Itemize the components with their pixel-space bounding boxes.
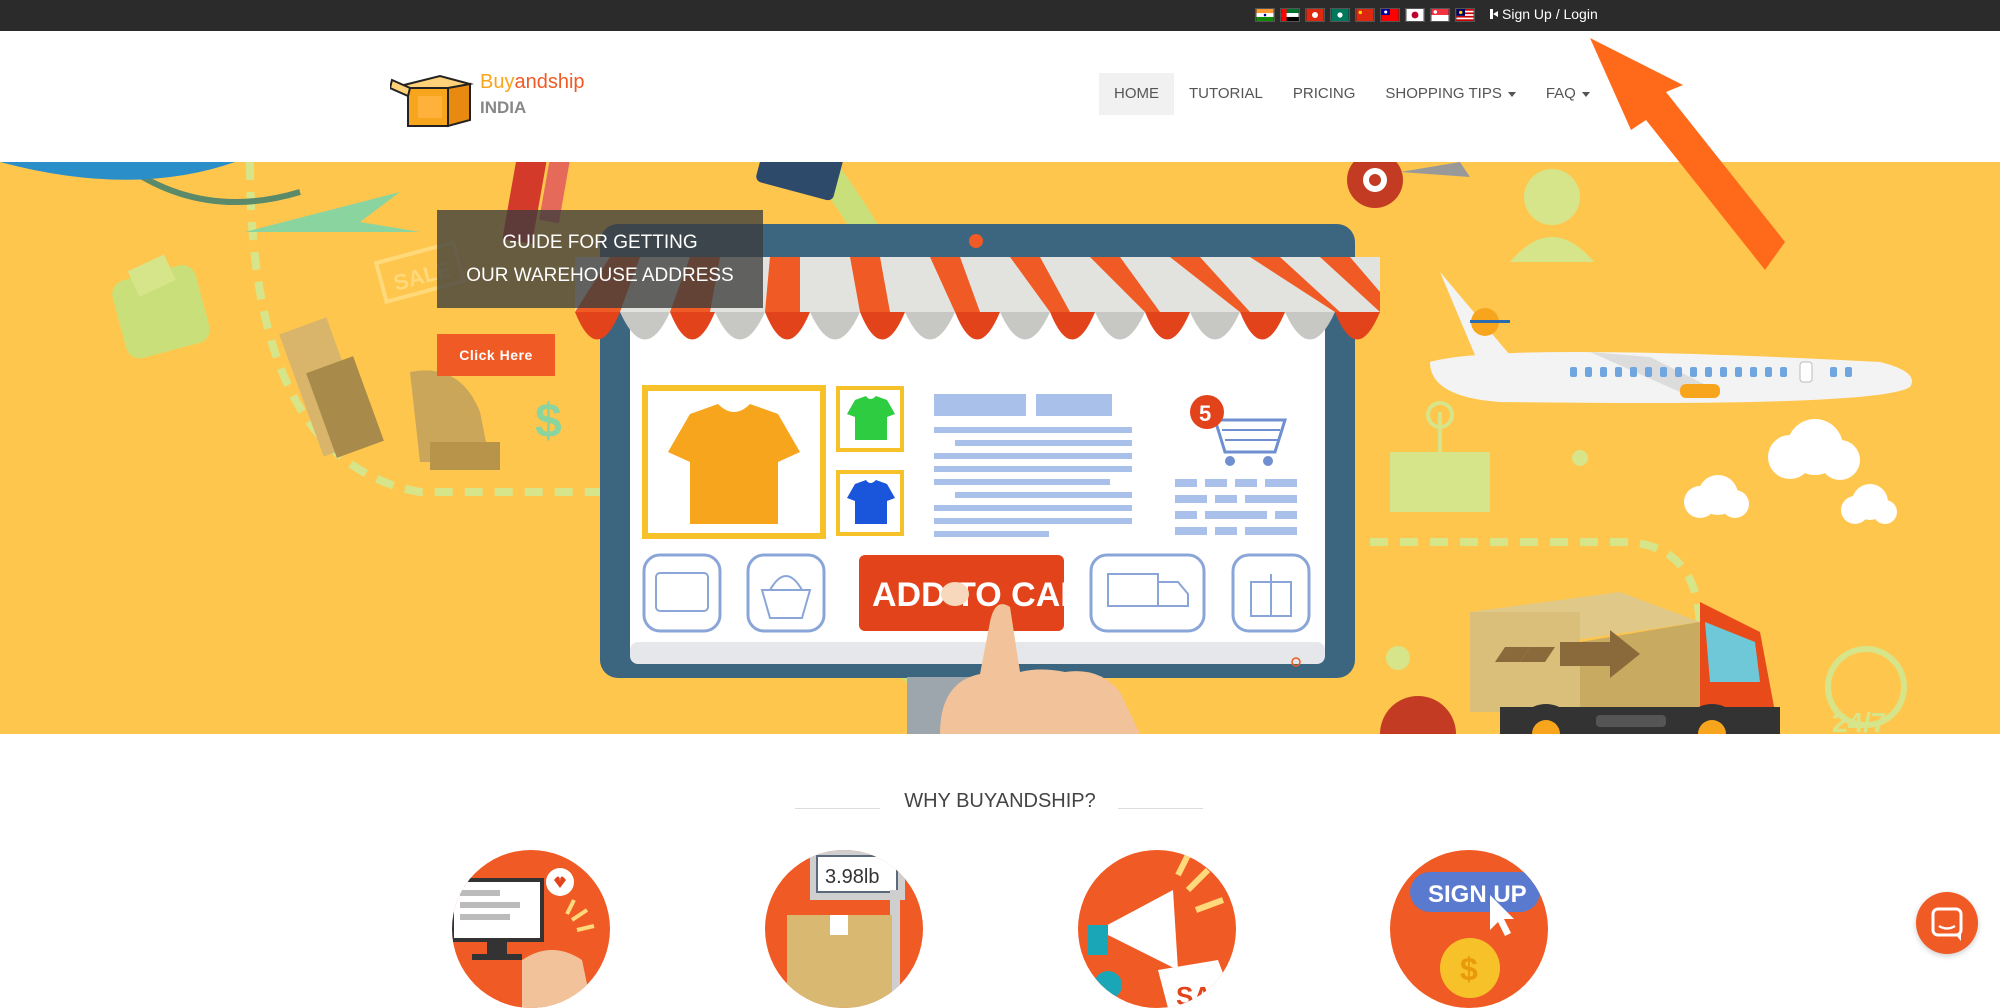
macau-flag-icon[interactable] [1330,8,1350,22]
logo-region: INDIA [480,98,527,117]
nav-home[interactable]: HOME [1099,73,1174,115]
add-to-cart-text: ADD TO CART [872,576,1106,614]
why-section: WHY BUYANDSHIP? [0,790,2000,813]
basket-icon-box [746,553,826,633]
india-flag-icon[interactable] [1255,8,1275,22]
box-logo-icon [390,74,474,128]
logo-and: and [514,71,548,93]
clock-text: 24/7 [1832,707,1887,734]
logo-wordmark: Buyandship [480,71,585,94]
feature-signup-text: SIGN UP [1428,881,1527,908]
divider-right [1118,808,1203,809]
login-icon [1490,9,1498,19]
nav-pricing-label: PRICING [1292,85,1356,102]
divider-left [795,808,880,809]
delivery-drone-icon [1347,162,1470,208]
china-flag-icon[interactable] [1355,8,1375,22]
cart-badge-count: 5 [1199,401,1211,426]
logo-buy: Buy [480,71,515,93]
chat-icon [1931,907,1963,941]
malaysia-flag-icon[interactable] [1455,8,1475,22]
country-flags [1255,8,1475,22]
nav-faq-label: FAQ [1545,85,1576,102]
feature-weight-pricing: 3.98lb [765,850,923,1008]
clouds-icon [1684,419,1897,524]
phone-icon [756,162,844,201]
why-title: WHY BUYANDSHIP? [904,790,1096,812]
scale-box-icon: 3.98lb [787,850,905,1008]
main-nav: HOME TUTORIAL PRICING SHOPPING TIPS FAQ [1099,73,1605,115]
computer-heart-icon [452,868,595,1008]
signup-login-label: Sign Up / Login [1502,6,1598,22]
japan-flag-icon[interactable] [1405,8,1425,22]
click-here-button[interactable]: Click Here [437,334,555,376]
megaphone-sale-icon: SALE [1088,853,1236,1008]
top-bar: Sign Up / Login [0,0,2000,31]
guide-banner: GUIDE FOR GETTING OUR WAREHOUSE ADDRESS [437,210,763,308]
nav-shopping-tips-label: SHOPPING TIPS [1385,85,1502,102]
caret-down-icon [1581,91,1590,97]
feature-sales: SALE [1078,850,1236,1008]
nav-home-label: HOME [1114,85,1159,102]
site-logo[interactable]: Buyandship INDIA [390,66,590,130]
wallet-icon [112,254,210,359]
nav-tutorial-label: TUTORIAL [1189,85,1263,102]
feature-sign-up: SIGN UP $ [1390,850,1548,1008]
feature-sale-text: SALE [1176,981,1236,1008]
signup-login-link[interactable]: Sign Up / Login [1490,6,1598,22]
container-icon [1390,401,1490,512]
weight-readout: 3.98lb [825,866,880,888]
feature-shop-online [452,850,610,1008]
hongkong-flag-icon[interactable] [1305,8,1325,22]
dollar-sign-icon: $ [535,395,562,448]
uae-flag-icon[interactable] [1280,8,1300,22]
clock-247-icon: 24/7 [1825,646,1907,734]
airplane-icon [1430,272,1912,403]
caret-down-icon [1507,91,1516,97]
guide-line-2: OUR WAREHOUSE ADDRESS [466,265,734,286]
nav-shopping-tips[interactable]: SHOPPING TIPS [1370,73,1530,115]
coin-dollar-text: $ [1460,951,1478,987]
chat-widget-button[interactable] [1916,892,1978,954]
nav-pricing[interactable]: PRICING [1278,73,1371,115]
delivery-truck-icon [1470,592,1780,734]
singapore-flag-icon[interactable] [1430,8,1450,22]
guide-line-1: GUIDE FOR GETTING [502,232,698,253]
annotation-arrow-icon [1590,38,1785,270]
support-agent-icon [1510,169,1594,262]
signup-coin-icon: SIGN UP $ [1410,872,1540,998]
taiwan-flag-icon[interactable] [1380,8,1400,22]
nav-tutorial[interactable]: TUTORIAL [1174,73,1278,115]
logo-ship: ship [547,71,585,93]
